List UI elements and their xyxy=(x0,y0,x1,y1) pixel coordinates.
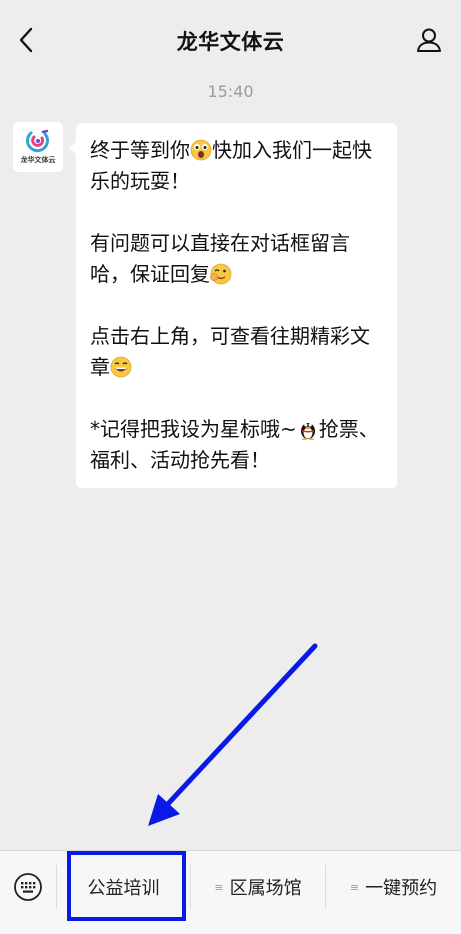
custom-menu-bar: 公益培训 ≡ 区属场馆 ≡ 一键预约 xyxy=(0,850,461,934)
message-timestamp: 15:40 xyxy=(207,82,254,101)
message-paragraph: 有问题可以直接在对话框留言哈，保证回复 xyxy=(90,228,383,290)
message-text: 点击右上角，可查看往期精彩文章 xyxy=(90,324,370,379)
submenu-icon: ≡ xyxy=(349,880,360,894)
menu-item-public-training[interactable]: 公益培训 xyxy=(57,851,190,923)
surprised-face-icon xyxy=(190,139,212,161)
message-paragraph: 终于等到你 快加入我们一起快乐的玩耍！ xyxy=(90,135,383,197)
message-text: 终于等到你 xyxy=(90,138,190,162)
menu-item-label: 公益培训 xyxy=(87,878,160,899)
nav-bar: 龙华文体云 xyxy=(0,0,461,80)
submenu-icon: ≡ xyxy=(214,880,224,894)
person-icon xyxy=(417,28,441,52)
penguin-icon xyxy=(300,423,315,440)
avatar[interactable]: 龙华文体云 xyxy=(13,122,63,172)
message-text: *记得把我设为星标哦~ xyxy=(90,417,297,441)
menu-item-district-venues[interactable]: ≡ 区属场馆 xyxy=(191,851,325,923)
message-paragraph: *记得把我设为星标哦~ 抢票、福利、活动抢先看！ xyxy=(90,414,383,476)
keyboard-toggle-button[interactable] xyxy=(10,869,46,905)
avatar-logo-text: 龙华文体云 xyxy=(20,155,56,164)
grinning-face-icon xyxy=(110,356,132,378)
menu-item-label: 一键预约 xyxy=(365,878,438,899)
message-bubble[interactable]: 终于等到你 快加入我们一起快乐的玩耍！ 有问题可以直接在对话框留言哈，保证回复 … xyxy=(69,123,397,488)
menu-item-one-click-booking[interactable]: ≡ 一键预约 xyxy=(326,851,461,923)
message-paragraph: 点击右上角，可查看往期精彩文章 xyxy=(90,321,383,383)
menu-item-label: 区属场馆 xyxy=(229,878,302,899)
page-title: 龙华文体云 xyxy=(176,30,285,54)
logo-icon xyxy=(26,129,49,153)
keyboard-icon xyxy=(14,873,42,901)
profile-button[interactable] xyxy=(413,24,445,56)
ok-hand-face-icon xyxy=(210,263,232,285)
